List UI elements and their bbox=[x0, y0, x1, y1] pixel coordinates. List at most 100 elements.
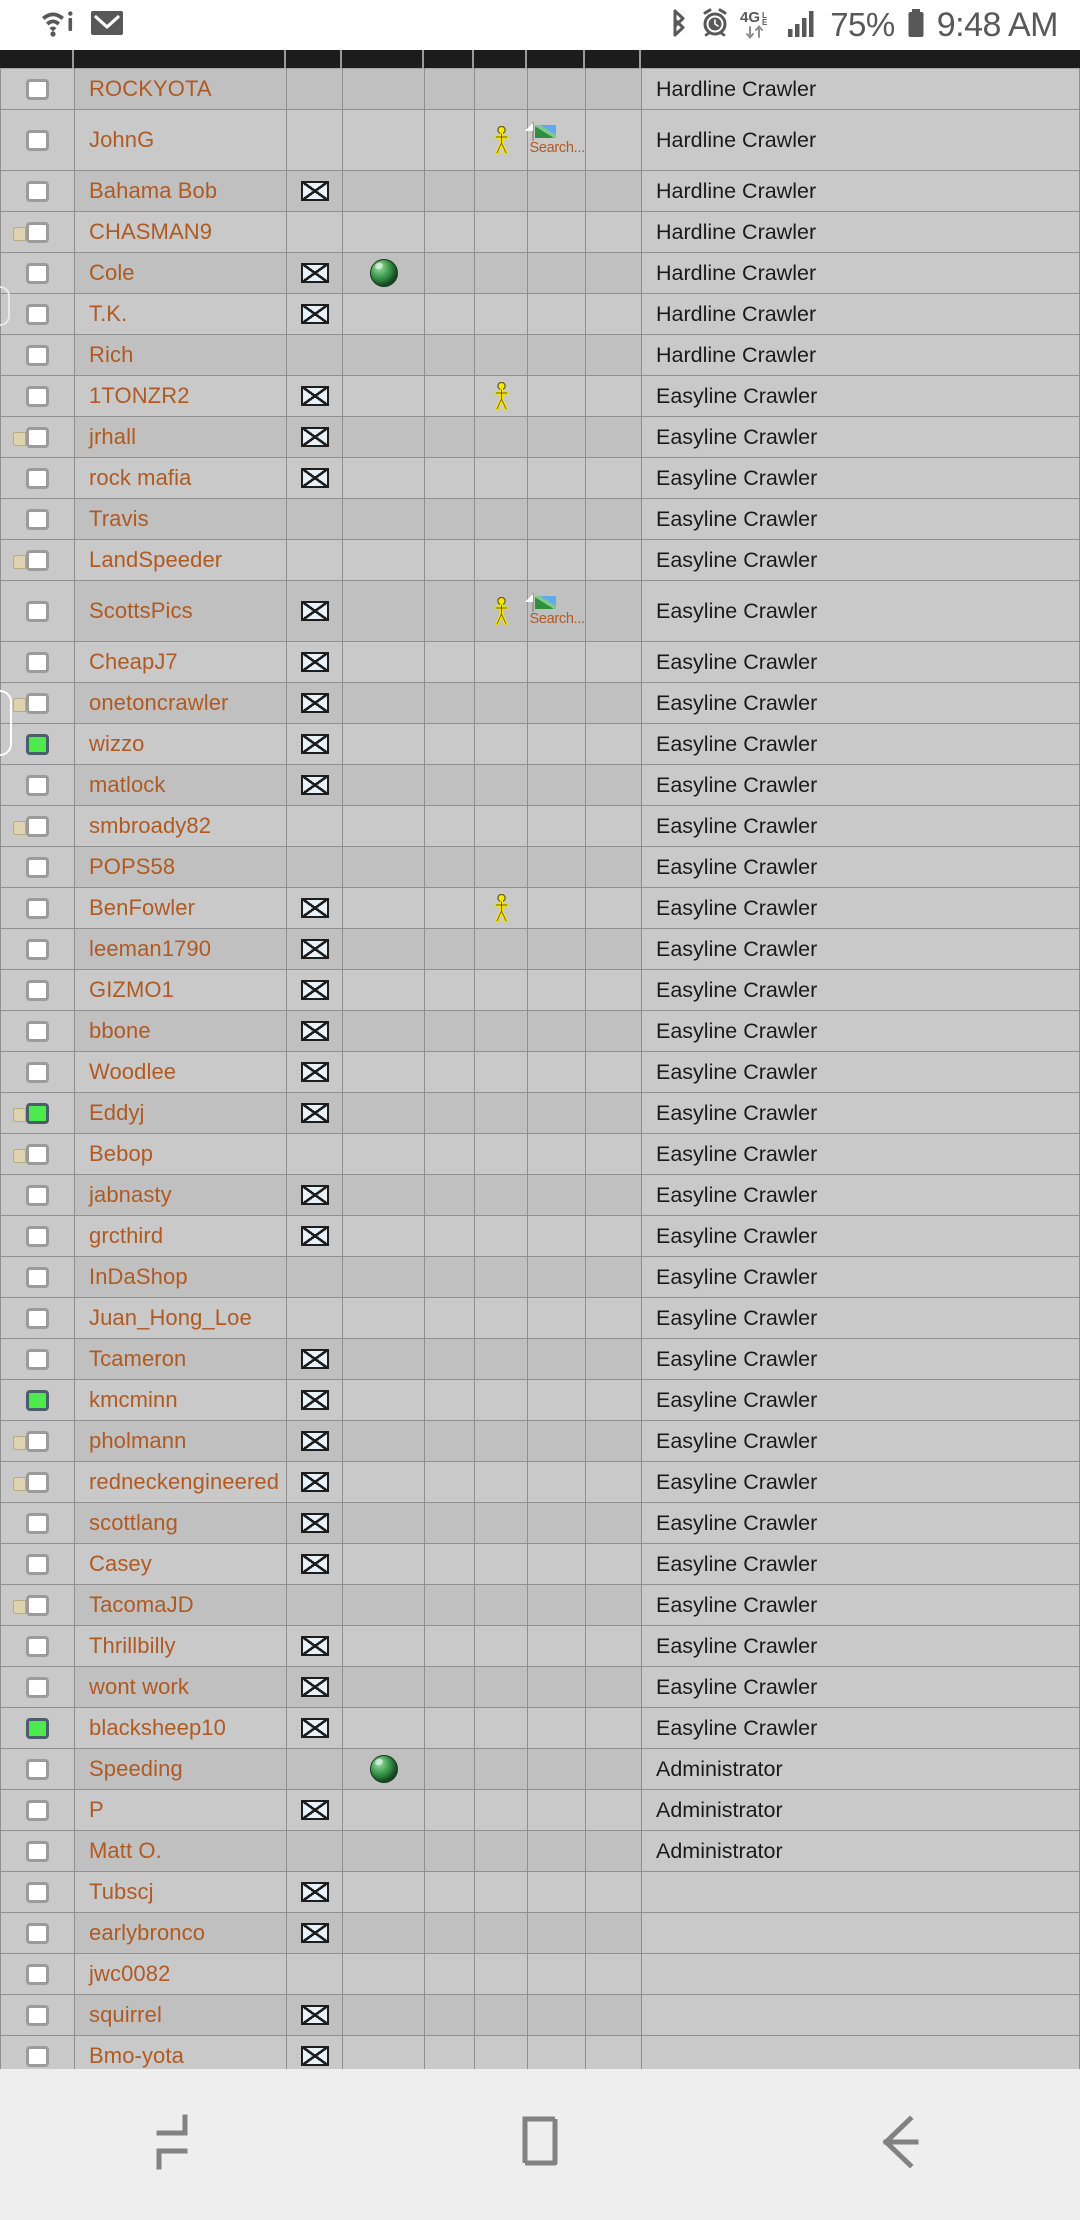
checkbox-cell[interactable] bbox=[0, 1953, 75, 1995]
table-row[interactable]: ROCKYOTA Hardline Crawler bbox=[0, 68, 1080, 110]
checkbox-cell[interactable] bbox=[0, 641, 75, 683]
table-row[interactable]: CHASMAN9 Hardline Crawler bbox=[0, 211, 1080, 253]
broken-image-cell[interactable]: Search... bbox=[527, 109, 586, 171]
row-checkbox[interactable] bbox=[13, 426, 49, 448]
username-cell[interactable]: Woodlee bbox=[74, 1051, 287, 1093]
table-row[interactable]: TacomaJD Easyline Crawler bbox=[0, 1584, 1080, 1626]
checkbox-cell[interactable] bbox=[0, 1789, 75, 1831]
checkbox-cell[interactable] bbox=[0, 109, 75, 171]
table-row[interactable]: Cole Hardline Crawler bbox=[0, 252, 1080, 294]
email-cell[interactable] bbox=[286, 1666, 343, 1708]
email-cell[interactable] bbox=[286, 1625, 343, 1667]
username-link[interactable]: wizzo bbox=[89, 731, 145, 756]
username-cell[interactable]: scottlang bbox=[74, 1502, 287, 1544]
username-link[interactable]: Matt O. bbox=[89, 1838, 162, 1863]
envelope-icon[interactable] bbox=[300, 1636, 329, 1656]
row-checkbox[interactable] bbox=[26, 2004, 49, 2026]
table-row[interactable]: earlybronco bbox=[0, 1912, 1080, 1954]
globe-icon[interactable] bbox=[369, 1755, 398, 1783]
username-link[interactable]: CheapJ7 bbox=[89, 649, 178, 674]
status-cell[interactable] bbox=[474, 580, 528, 642]
email-cell[interactable] bbox=[286, 1502, 343, 1544]
checkbox-cell[interactable] bbox=[0, 1133, 75, 1175]
envelope-icon[interactable] bbox=[300, 1349, 329, 1369]
username-cell[interactable]: Bmo-yota bbox=[74, 2035, 287, 2069]
checkbox-cell[interactable] bbox=[0, 969, 75, 1011]
envelope-icon[interactable] bbox=[300, 734, 329, 754]
row-checkbox[interactable] bbox=[26, 1676, 49, 1698]
username-cell[interactable]: Cole bbox=[74, 252, 287, 294]
table-row[interactable]: POPS58 Easyline Crawler bbox=[0, 846, 1080, 888]
row-checkbox[interactable] bbox=[26, 129, 49, 151]
email-cell[interactable] bbox=[286, 1010, 343, 1052]
envelope-icon[interactable] bbox=[300, 468, 329, 488]
table-row[interactable]: T.K. Hardline Crawler bbox=[0, 293, 1080, 335]
recents-button[interactable] bbox=[100, 2069, 260, 2220]
table-row[interactable]: onetoncrawler Easyline Crawler bbox=[0, 682, 1080, 724]
username-link[interactable]: scottlang bbox=[89, 1510, 178, 1535]
system-navigation-bar[interactable] bbox=[0, 2069, 1080, 2220]
username-cell[interactable]: kmcminn bbox=[74, 1379, 287, 1421]
username-link[interactable]: T.K. bbox=[89, 301, 127, 326]
username-cell[interactable]: Bebop bbox=[74, 1133, 287, 1175]
username-cell[interactable]: Thrillbilly bbox=[74, 1625, 287, 1667]
row-checkbox[interactable] bbox=[13, 1102, 49, 1124]
username-cell[interactable]: jwc0082 bbox=[74, 1953, 287, 1995]
checkbox-cell[interactable] bbox=[0, 1174, 75, 1216]
username-cell[interactable]: TacomaJD bbox=[74, 1584, 287, 1626]
row-checkbox[interactable] bbox=[26, 180, 49, 202]
username-link[interactable]: Juan_Hong_Loe bbox=[89, 1305, 252, 1330]
row-checkbox[interactable] bbox=[26, 2045, 49, 2067]
username-link[interactable]: redneckengineered bbox=[89, 1469, 279, 1494]
email-cell[interactable] bbox=[286, 764, 343, 806]
email-cell[interactable] bbox=[286, 1871, 343, 1913]
username-link[interactable]: POPS58 bbox=[89, 854, 175, 879]
checkbox-cell[interactable] bbox=[0, 1748, 75, 1790]
username-link[interactable]: Tcameron bbox=[89, 1346, 186, 1371]
checkbox-cell[interactable] bbox=[0, 1215, 75, 1257]
row-checkbox[interactable] bbox=[26, 651, 49, 673]
username-cell[interactable]: GIZMO1 bbox=[74, 969, 287, 1011]
envelope-icon[interactable] bbox=[300, 939, 329, 959]
checkbox-cell[interactable] bbox=[0, 1871, 75, 1913]
envelope-icon[interactable] bbox=[300, 1103, 329, 1123]
table-row[interactable]: Travis Easyline Crawler bbox=[0, 498, 1080, 540]
username-link[interactable]: jabnasty bbox=[89, 1182, 172, 1207]
checkbox-cell[interactable] bbox=[0, 1256, 75, 1298]
checkbox-cell[interactable] bbox=[0, 334, 75, 376]
row-checkbox[interactable] bbox=[26, 78, 49, 100]
checkbox-cell[interactable] bbox=[0, 928, 75, 970]
email-cell[interactable] bbox=[286, 170, 343, 212]
username-link[interactable]: Travis bbox=[89, 506, 149, 531]
username-link[interactable]: ScottsPics bbox=[89, 598, 193, 623]
table-row[interactable]: redneckengineered Easyline Crawler bbox=[0, 1461, 1080, 1503]
row-checkbox[interactable] bbox=[26, 1881, 49, 1903]
username-cell[interactable]: Bahama Bob bbox=[74, 170, 287, 212]
username-link[interactable]: JohnG bbox=[89, 127, 154, 152]
username-cell[interactable]: rock mafia bbox=[74, 457, 287, 499]
table-row[interactable]: Woodlee Easyline Crawler bbox=[0, 1051, 1080, 1093]
email-cell[interactable] bbox=[286, 887, 343, 929]
email-cell[interactable] bbox=[286, 1543, 343, 1585]
username-cell[interactable]: POPS58 bbox=[74, 846, 287, 888]
username-link[interactable]: matlock bbox=[89, 772, 166, 797]
checkbox-cell[interactable] bbox=[0, 375, 75, 417]
username-link[interactable]: wont work bbox=[89, 1674, 189, 1699]
table-row[interactable]: Bahama Bob Hardline Crawler bbox=[0, 170, 1080, 212]
username-cell[interactable]: BenFowler bbox=[74, 887, 287, 929]
username-link[interactable]: earlybronco bbox=[89, 1920, 205, 1945]
row-checkbox[interactable] bbox=[26, 1963, 49, 1985]
username-link[interactable]: Cole bbox=[89, 260, 135, 285]
envelope-icon[interactable] bbox=[300, 427, 329, 447]
username-cell[interactable]: Speeding bbox=[74, 1748, 287, 1790]
homepage-cell[interactable] bbox=[342, 1748, 425, 1790]
email-cell[interactable] bbox=[286, 641, 343, 683]
username-cell[interactable]: jabnasty bbox=[74, 1174, 287, 1216]
email-cell[interactable] bbox=[286, 969, 343, 1011]
username-cell[interactable]: ScottsPics bbox=[74, 580, 287, 642]
email-cell[interactable] bbox=[286, 1707, 343, 1749]
username-link[interactable]: grcthird bbox=[89, 1223, 163, 1248]
row-checkbox[interactable] bbox=[26, 1184, 49, 1206]
row-checkbox[interactable] bbox=[26, 1512, 49, 1534]
username-link[interactable]: leeman1790 bbox=[89, 936, 211, 961]
